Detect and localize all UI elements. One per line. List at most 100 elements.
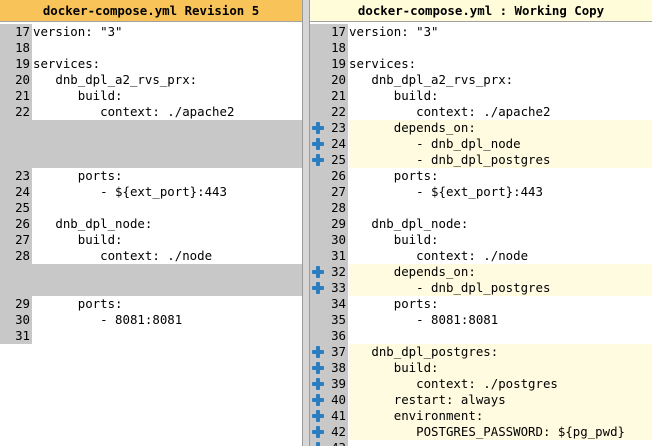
added-line[interactable]: 25 - dnb_dpl_postgres — [310, 152, 652, 168]
code-line[interactable]: 17 version: "3" — [0, 24, 302, 40]
code-line[interactable]: 25 — [0, 200, 302, 216]
code-line[interactable]: 18 — [0, 40, 302, 56]
line-text: restart: always — [349, 392, 652, 408]
code-line[interactable]: 20 dnb_dpl_a2_rvs_prx: — [0, 72, 302, 88]
code-line[interactable]: 34 ports: — [310, 296, 652, 312]
code-line[interactable]: 20 dnb_dpl_a2_rvs_prx: — [310, 72, 652, 88]
added-line[interactable]: 39 context: ./postgres — [310, 376, 652, 392]
plus-icon — [312, 138, 324, 150]
code-line[interactable]: 21 build: — [0, 88, 302, 104]
line-number: 25 — [15, 200, 30, 215]
added-line[interactable]: 37 dnb_dpl_postgres: — [310, 344, 652, 360]
line-gutter: 23 — [0, 168, 32, 184]
code-line[interactable]: 28 context: ./node — [0, 248, 302, 264]
added-line[interactable]: 40 restart: always — [310, 392, 652, 408]
code-line[interactable]: 30 - 8081:8081 — [0, 312, 302, 328]
line-gutter: 20 — [0, 72, 32, 88]
code-line[interactable]: 19 services: — [310, 56, 652, 72]
line-gutter: 24 — [310, 136, 348, 152]
line-gutter: 38 — [310, 360, 348, 376]
added-line[interactable]: 32 depends_on: — [310, 264, 652, 280]
added-line[interactable]: 43 — [310, 440, 652, 446]
code-line[interactable]: 19 services: — [0, 56, 302, 72]
code-line[interactable]: 27 - ${ext_port}:443 — [310, 184, 652, 200]
diff-placeholder-line[interactable] — [0, 280, 302, 296]
right-code-view[interactable]: 17 version: "3" 18 19 services: 20 dnb_dpl_a2… — [310, 24, 652, 446]
line-gutter: 37 — [310, 344, 348, 360]
line-number: 24 — [331, 136, 346, 151]
code-line[interactable]: 17 version: "3" — [310, 24, 652, 40]
line-gutter: 39 — [310, 376, 348, 392]
line-number: 40 — [331, 392, 346, 407]
code-line[interactable]: 36 — [310, 328, 652, 344]
code-line[interactable]: 23 ports: — [0, 168, 302, 184]
diff-placeholder-line[interactable] — [0, 120, 302, 136]
code-line[interactable]: 22 context: ./apache2 — [310, 104, 652, 120]
code-line[interactable]: 30 build: — [310, 232, 652, 248]
diff-placeholder-line[interactable] — [0, 136, 302, 152]
line-number: 21 — [15, 88, 30, 103]
code-line[interactable]: 24 - ${ext_port}:443 — [0, 184, 302, 200]
code-line[interactable]: 22 context: ./apache2 — [0, 104, 302, 120]
line-text: build: — [349, 232, 439, 247]
code-line[interactable]: 31 — [0, 328, 302, 344]
diff-placeholder-line[interactable] — [0, 152, 302, 168]
line-number: 27 — [331, 184, 346, 199]
line-gutter: 42 — [310, 424, 348, 440]
line-text: context: ./node — [33, 248, 213, 263]
line-gutter: 25 — [0, 200, 32, 216]
line-text: depends_on: — [349, 264, 652, 280]
line-number: 39 — [331, 376, 346, 391]
plus-icon — [312, 122, 324, 134]
line-text: dnb_dpl_postgres: — [349, 344, 652, 360]
added-line[interactable]: 42 POSTGRES_PASSWORD: ${pg_pwd} — [310, 424, 652, 440]
line-gutter: 26 — [0, 216, 32, 232]
line-text: - ${ext_port}:443 — [349, 184, 543, 199]
line-gutter: 17 — [310, 24, 348, 40]
line-text: services: — [33, 56, 101, 71]
line-number: 33 — [331, 280, 346, 295]
line-number: 31 — [331, 248, 346, 263]
line-number: 22 — [15, 104, 30, 119]
left-pane-title: docker-compose.yml Revision 5 — [0, 0, 302, 22]
code-line[interactable]: 27 build: — [0, 232, 302, 248]
line-text: ports: — [349, 168, 439, 183]
line-gutter: 40 — [310, 392, 348, 408]
code-line[interactable]: 29 ports: — [0, 296, 302, 312]
added-line[interactable]: 41 environment: — [310, 408, 652, 424]
code-line[interactable]: 28 — [310, 200, 652, 216]
line-number: 20 — [331, 72, 346, 87]
left-code-view[interactable]: 17 version: "3" 18 19 services: 20 dnb_dpl_a2… — [0, 24, 302, 344]
code-line[interactable]: 18 — [310, 40, 652, 56]
plus-icon — [312, 346, 324, 358]
plus-icon — [312, 362, 324, 374]
code-line[interactable]: 21 build: — [310, 88, 652, 104]
code-line[interactable]: 26 ports: — [310, 168, 652, 184]
added-line[interactable]: 38 build: — [310, 360, 652, 376]
line-number: 29 — [15, 296, 30, 311]
code-line[interactable]: 29 dnb_dpl_node: — [310, 216, 652, 232]
line-number: 32 — [331, 264, 346, 279]
line-gutter: 21 — [310, 88, 348, 104]
line-number: 18 — [15, 40, 30, 55]
code-line[interactable]: 35 - 8081:8081 — [310, 312, 652, 328]
left-diff-pane[interactable]: docker-compose.yml Revision 5 17 version:… — [0, 0, 302, 446]
added-line[interactable]: 23 depends_on: — [310, 120, 652, 136]
line-number: 43 — [331, 440, 346, 446]
line-text: dnb_dpl_a2_rvs_prx: — [349, 72, 514, 87]
diff-placeholder-line[interactable] — [0, 264, 302, 280]
line-number: 23 — [331, 120, 346, 135]
line-number: 34 — [331, 296, 346, 311]
pane-splitter[interactable] — [302, 0, 310, 446]
code-line[interactable]: 31 context: ./node — [310, 248, 652, 264]
line-text: environment: — [349, 408, 652, 424]
code-line[interactable]: 26 dnb_dpl_node: — [0, 216, 302, 232]
line-gutter: 41 — [310, 408, 348, 424]
added-line[interactable]: 33 - dnb_dpl_postgres — [310, 280, 652, 296]
line-gutter: 27 — [0, 232, 32, 248]
line-number: 21 — [331, 88, 346, 103]
added-line[interactable]: 24 - dnb_dpl_node — [310, 136, 652, 152]
line-number: 19 — [15, 56, 30, 71]
line-number: 22 — [331, 104, 346, 119]
right-diff-pane[interactable]: docker-compose.yml : Working Copy 17 vers… — [310, 0, 652, 446]
